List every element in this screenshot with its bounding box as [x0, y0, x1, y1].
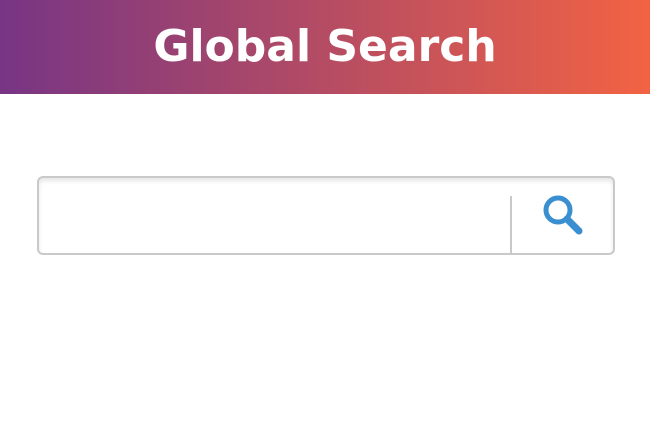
page: Global Search	[0, 0, 650, 444]
search-button[interactable]	[512, 178, 613, 253]
search-box	[37, 176, 615, 255]
page-title: Global Search	[153, 21, 497, 72]
search-input[interactable]	[39, 178, 510, 253]
header-banner: Global Search	[0, 0, 650, 94]
magnifier-icon	[539, 192, 587, 240]
